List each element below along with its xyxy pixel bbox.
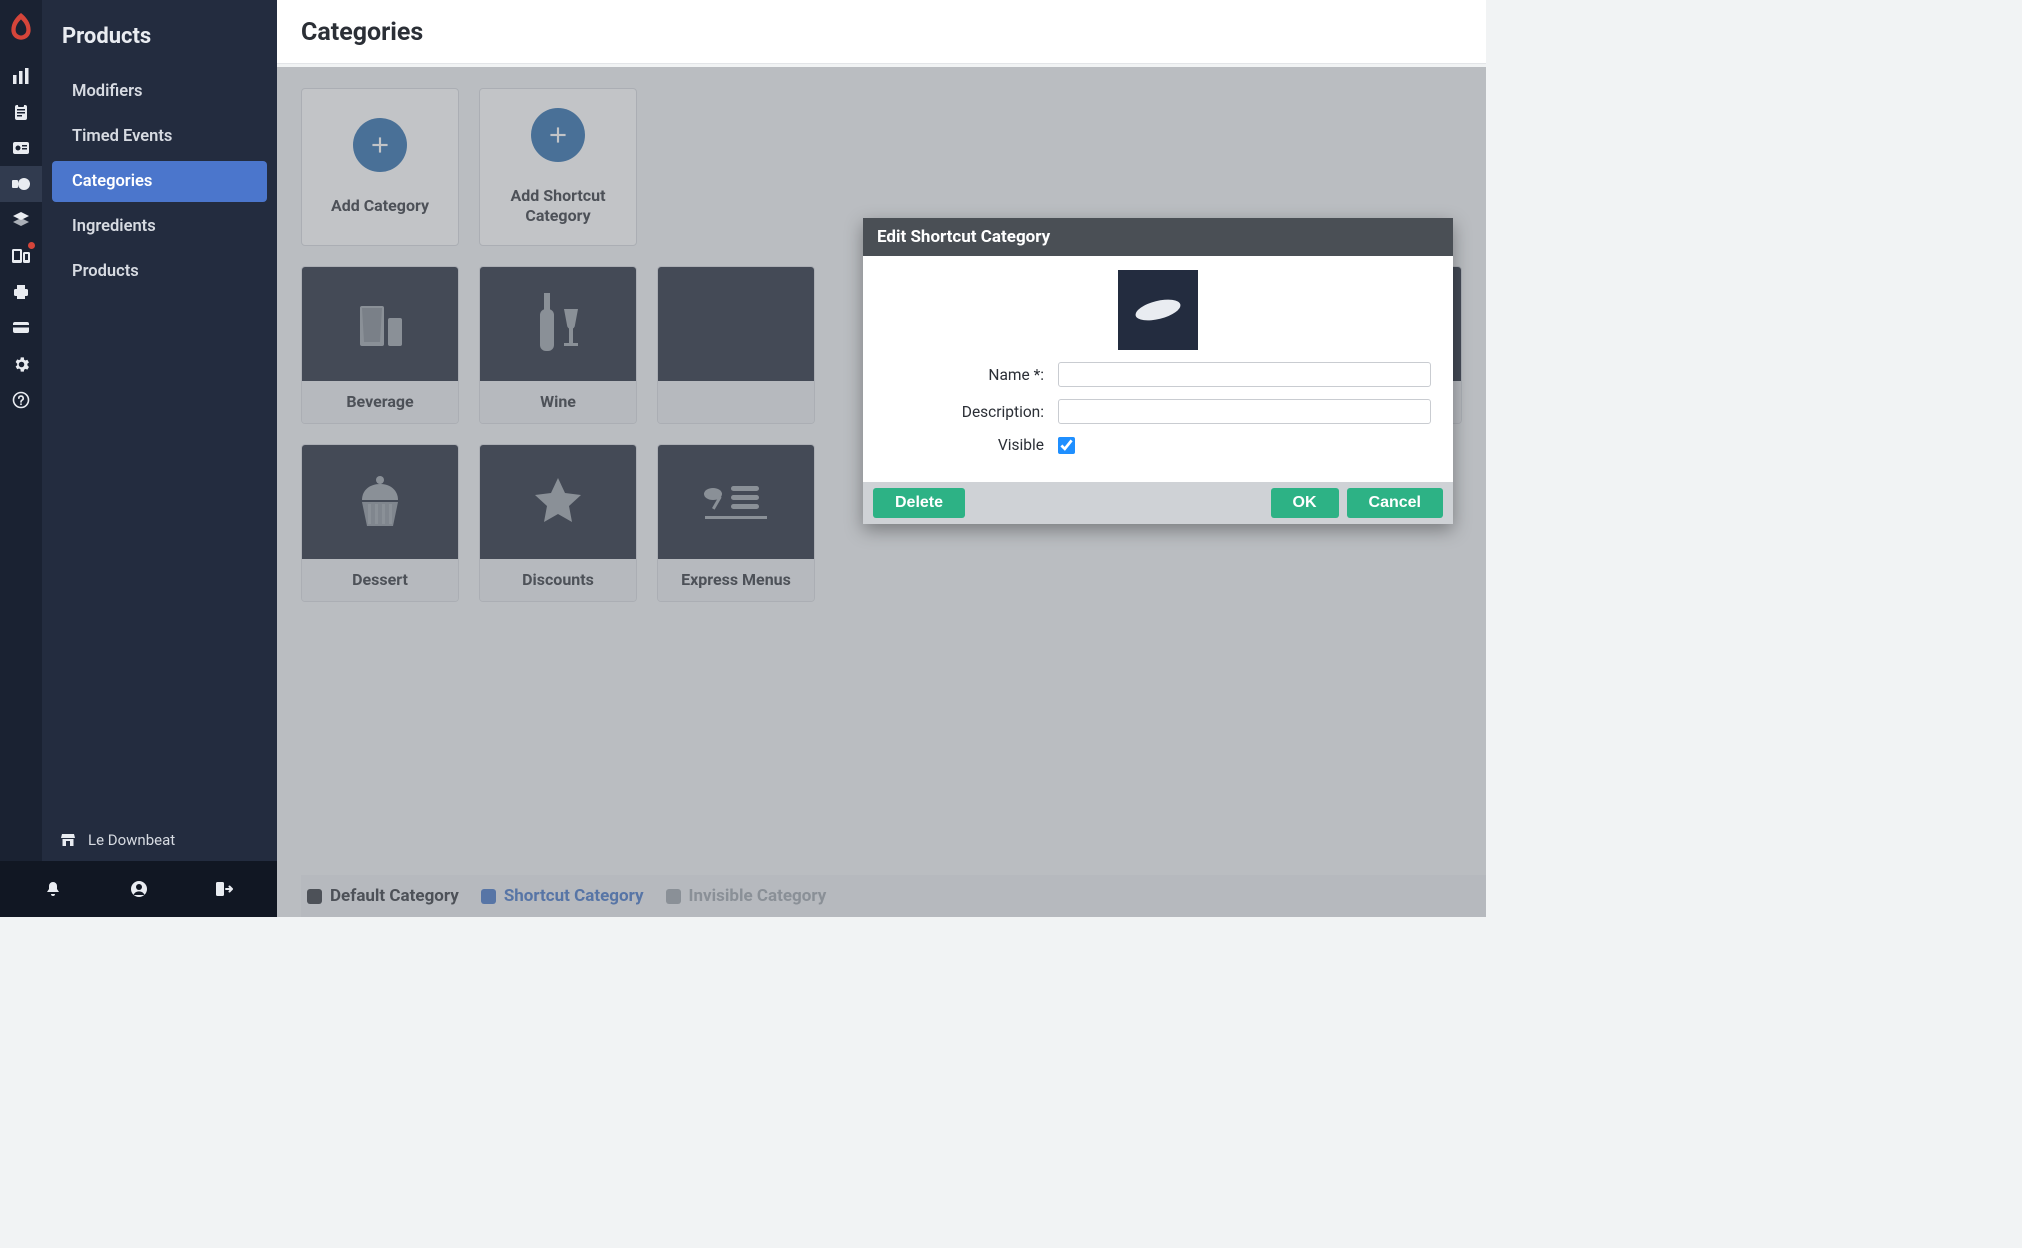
sidebar-item-products[interactable]: Products [52, 251, 267, 292]
rail-payments[interactable] [0, 310, 42, 346]
ok-button[interactable]: OK [1271, 488, 1339, 518]
logout-button[interactable] [181, 880, 267, 898]
modal-title: Edit Shortcut Category [863, 218, 1453, 256]
rail-layers[interactable] [0, 202, 42, 238]
rail-devices[interactable] [0, 238, 42, 274]
store-name: Le Downbeat [88, 831, 175, 849]
delete-button[interactable]: Delete [873, 488, 965, 518]
category-image-picker[interactable] [1118, 270, 1198, 350]
visible-checkbox[interactable] [1058, 437, 1075, 454]
store-switcher[interactable]: Le Downbeat [42, 819, 277, 861]
bell-icon [44, 880, 62, 898]
sidebar: Products Modifiers Timed Events Categori… [42, 0, 277, 917]
rail-settings[interactable] [0, 346, 42, 382]
account-button[interactable] [96, 880, 182, 898]
rail-reports[interactable] [0, 58, 42, 94]
sidebar-item-timed-events[interactable]: Timed Events [52, 116, 267, 157]
sidebar-item-modifiers[interactable]: Modifiers [52, 71, 267, 112]
rail-help[interactable] [0, 382, 42, 418]
rail-customers[interactable] [0, 130, 42, 166]
cancel-button[interactable]: Cancel [1347, 488, 1443, 518]
description-label: Description: [885, 403, 1058, 421]
sidebar-item-ingredients[interactable]: Ingredients [52, 206, 267, 247]
rail-products[interactable] [0, 166, 42, 202]
page-title: Categories [301, 18, 1462, 47]
icon-rail [0, 0, 42, 917]
name-input[interactable] [1058, 362, 1431, 387]
sidebar-title: Products [42, 0, 277, 69]
rail-clipboard[interactable] [0, 94, 42, 130]
edit-shortcut-category-modal: Edit Shortcut Category Name *: Descripti… [863, 218, 1453, 524]
notifications-button[interactable] [10, 880, 96, 898]
notification-badge [28, 242, 35, 249]
store-icon [60, 832, 76, 848]
description-input[interactable] [1058, 399, 1431, 424]
app-logo[interactable] [0, 6, 42, 50]
page-header: Categories [277, 0, 1486, 64]
rail-printers[interactable] [0, 274, 42, 310]
name-label: Name *: [885, 366, 1058, 384]
bread-icon [1133, 297, 1183, 323]
logout-icon [214, 880, 234, 898]
sidebar-item-categories[interactable]: Categories [52, 161, 267, 202]
bottom-bar [0, 861, 277, 917]
visible-label: Visible [885, 436, 1058, 454]
user-icon [130, 880, 148, 898]
